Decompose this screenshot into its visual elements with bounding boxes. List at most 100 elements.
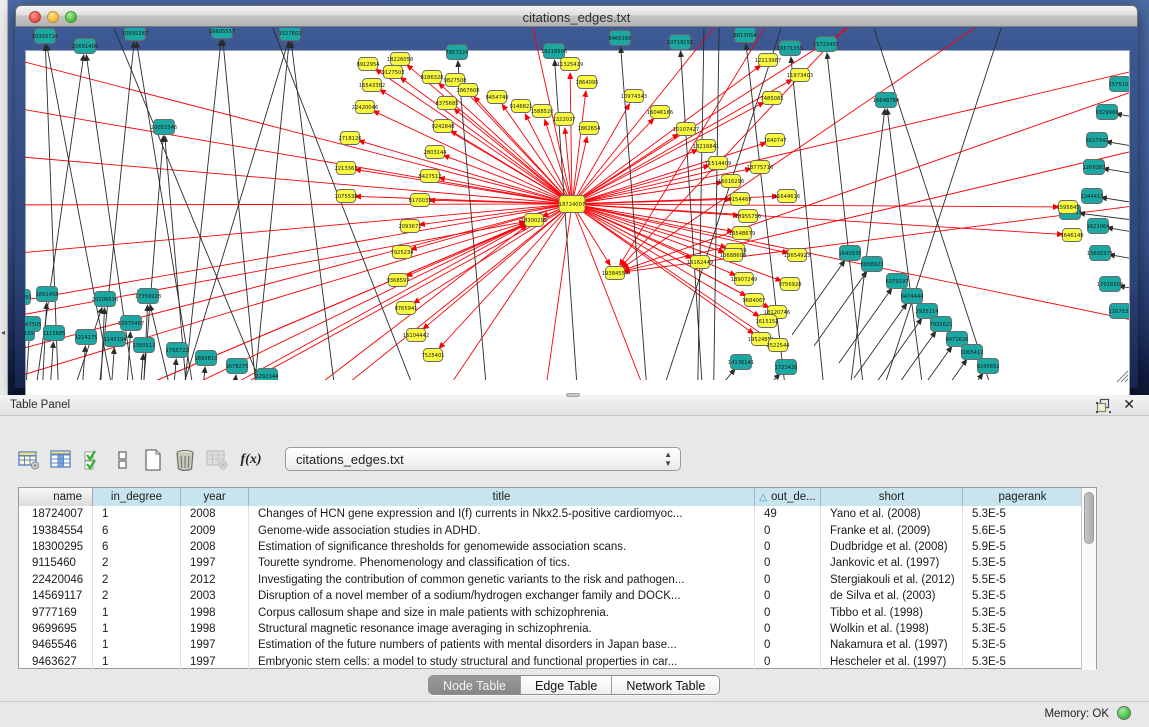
table-cell[interactable]: 49 [755, 506, 821, 522]
column-header-year[interactable]: year [181, 488, 249, 506]
table-cell[interactable]: 0 [755, 654, 821, 670]
table-cell[interactable]: Jankovic et al. (1997) [821, 555, 963, 571]
table-cell[interactable]: Yano et al. (2008) [821, 506, 963, 522]
function-builder-button[interactable]: f(x) [238, 447, 264, 473]
table-cell[interactable]: 5.3E-5 [963, 604, 1083, 620]
table-cell[interactable]: 1 [93, 621, 181, 637]
table-cell[interactable]: 9463627 [19, 654, 93, 670]
table-row[interactable]: 946362711997Embryonic stem cells: a mode… [19, 654, 1083, 670]
column-header-name[interactable]: name [19, 488, 93, 506]
scrollbar-thumb[interactable] [1084, 492, 1094, 544]
table-cell[interactable]: 5.3E-5 [963, 588, 1083, 604]
table-cell[interactable]: 0 [755, 588, 821, 604]
table-cell[interactable]: 14569117 [19, 588, 93, 604]
vertical-scrollbar[interactable] [1081, 488, 1096, 670]
table-cell[interactable]: 0 [755, 637, 821, 653]
unselect-rows-button[interactable] [110, 447, 136, 473]
table-row[interactable]: 1830029562008Estimation of significance … [19, 539, 1083, 555]
table-cell[interactable]: Embryonic stem cells: a model to study s… [249, 654, 755, 670]
table-row[interactable]: 1872400712008Changes of HCN gene express… [19, 506, 1083, 522]
column-header-short[interactable]: short [821, 488, 963, 506]
column-header-pagerank[interactable]: pagerank [963, 488, 1083, 506]
table-cell[interactable]: 2008 [181, 506, 249, 522]
table-cell[interactable]: 2003 [181, 588, 249, 604]
table-cell[interactable]: 5.3E-5 [963, 637, 1083, 653]
table-cell[interactable]: Estimation of the future numbers of pati… [249, 637, 755, 653]
table-cell[interactable]: 1997 [181, 637, 249, 653]
table-cell[interactable]: 2 [93, 572, 181, 588]
table-cell[interactable]: 9699695 [19, 621, 93, 637]
table-cell[interactable]: Tibbo et al. (1998) [821, 604, 963, 620]
table-cell[interactable]: 1 [93, 637, 181, 653]
table-cell[interactable]: 0 [755, 621, 821, 637]
table-cell[interactable]: Disruption of a novel member of a sodium… [249, 588, 755, 604]
close-panel-icon[interactable]: ✕ [1123, 396, 1135, 413]
table-cell[interactable]: Estimation of significance thresholds fo… [249, 539, 755, 555]
table-cell[interactable]: 0 [755, 555, 821, 571]
select-rows-button[interactable] [80, 447, 106, 473]
new-column-button[interactable] [140, 447, 166, 473]
table-cell[interactable]: 1998 [181, 621, 249, 637]
table-cell[interactable]: 2012 [181, 572, 249, 588]
table-cell[interactable]: Changes of HCN gene expression and I(f) … [249, 506, 755, 522]
table-mode-button[interactable] [16, 447, 42, 473]
table-selector-combo[interactable]: citations_edges.txt ▲▼ [285, 447, 681, 471]
table-cell[interactable]: 1 [93, 604, 181, 620]
table-row[interactable]: 1938455462009Genome-wide association stu… [19, 522, 1083, 538]
table-cell[interactable]: 1998 [181, 604, 249, 620]
show-columns-button[interactable] [48, 447, 74, 473]
table-cell[interactable]: 2 [93, 588, 181, 604]
table-cell[interactable]: 5.5E-5 [963, 572, 1083, 588]
table-cell[interactable]: 0 [755, 522, 821, 538]
tab-edge-table[interactable]: Edge Table [521, 676, 612, 695]
table-cell[interactable]: 2009 [181, 522, 249, 538]
column-header-in_degree[interactable]: in_degree [93, 488, 181, 506]
table-cell[interactable]: Tourette syndrome. Phenomenology and cla… [249, 555, 755, 571]
table-row[interactable]: 946554611997Estimation of the future num… [19, 637, 1083, 653]
table-cell[interactable]: 9465546 [19, 637, 93, 653]
table-cell[interactable]: 18300295 [19, 539, 93, 555]
table-row[interactable]: 2242004622012Investigating the contribut… [19, 572, 1083, 588]
table-cell[interactable]: Investigating the contribution of common… [249, 572, 755, 588]
table-cell[interactable]: 18724007 [19, 506, 93, 522]
table-cell[interactable]: 1 [93, 506, 181, 522]
table-row[interactable]: 977716911998Corpus callosum shape and si… [19, 604, 1083, 620]
table-row[interactable]: 1456911722003Disruption of a novel membe… [19, 588, 1083, 604]
panel-splitter-handle[interactable] [566, 393, 580, 397]
table-cell[interactable]: 5.9E-5 [963, 539, 1083, 555]
table-cell[interactable]: Dudbridge et al. (2008) [821, 539, 963, 555]
table-cell[interactable]: 2008 [181, 539, 249, 555]
table-cell[interactable]: Stergiakouli et al. (2012) [821, 572, 963, 588]
table-cell[interactable]: 5.3E-5 [963, 555, 1083, 571]
table-cell[interactable]: 6 [93, 522, 181, 538]
table-cell[interactable]: 1 [93, 654, 181, 670]
delete-columns-button[interactable] [172, 447, 198, 473]
network-graph[interactable]: 1872400718300295193845542035572420691406… [0, 0, 1149, 395]
table-cell[interactable]: Wolkin et al. (1998) [821, 621, 963, 637]
table-cell[interactable]: Corpus callosum shape and size in male p… [249, 604, 755, 620]
table-row[interactable]: 969969511998Structural magnetic resonanc… [19, 621, 1083, 637]
table-cell[interactable]: 1997 [181, 654, 249, 670]
table-row[interactable]: 911546021997Tourette syndrome. Phenomeno… [19, 555, 1083, 571]
table-cell[interactable]: 5.3E-5 [963, 621, 1083, 637]
table-cell[interactable]: 0 [755, 539, 821, 555]
table-cell[interactable]: 0 [755, 572, 821, 588]
tab-network-table[interactable]: Network Table [612, 676, 719, 695]
float-window-icon[interactable] [1096, 398, 1111, 413]
table-cell[interactable]: Franke et al. (2009) [821, 522, 963, 538]
table-cell[interactable]: 9777169 [19, 604, 93, 620]
tab-node-table[interactable]: Node Table [429, 676, 521, 695]
table-cell[interactable]: 5.3E-5 [963, 506, 1083, 522]
table-cell[interactable]: 19384554 [19, 522, 93, 538]
table-cell[interactable]: Genome-wide association studies in ADHD. [249, 522, 755, 538]
table-cell[interactable]: 2 [93, 555, 181, 571]
table-cell[interactable]: 1997 [181, 555, 249, 571]
table-cell[interactable]: 6 [93, 539, 181, 555]
table-cell[interactable]: Nakamura et al. (1997) [821, 637, 963, 653]
table-cell[interactable]: Structural magnetic resonance image aver… [249, 621, 755, 637]
table-cell[interactable]: 9115460 [19, 555, 93, 571]
table-cell[interactable]: de Silva et al. (2003) [821, 588, 963, 604]
table-cell[interactable]: 22420046 [19, 572, 93, 588]
column-header-out_de[interactable]: △out_de... [755, 488, 821, 506]
table-cell[interactable]: Hescheler et al. (1997) [821, 654, 963, 670]
